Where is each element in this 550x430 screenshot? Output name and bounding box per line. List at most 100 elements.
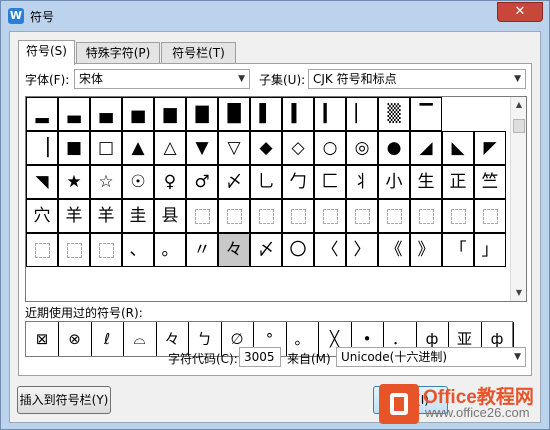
symbol-cell[interactable]: ◇ [282,131,314,165]
scroll-down-icon[interactable]: ▼ [511,285,527,301]
symbol-cell[interactable]: 。 [154,233,186,267]
symbol-cell[interactable]: 《 [378,233,410,267]
symbol-cell[interactable]: █ [218,97,250,131]
symbol-cell[interactable]: ◤ [474,131,506,165]
symbol-cell[interactable]: ▔ [410,97,442,131]
insert-to-bar-button[interactable]: 插入到符号栏(Y) [17,386,111,414]
wps-writer-icon: W [8,8,24,24]
symbol-cell[interactable]: ▆ [154,97,186,131]
symbol-cell[interactable] [282,199,314,233]
symbol-cell[interactable] [186,199,218,233]
symbol-cell[interactable]: 小 [378,165,410,199]
symbol-cell[interactable]: ★ [58,165,90,199]
symbol-cell[interactable]: 匚 [314,165,346,199]
symbol-cell[interactable]: 正 [442,165,474,199]
placeholder-glyph [98,242,114,258]
symbol-cell[interactable] [410,199,442,233]
close-button[interactable]: ✕ [497,2,543,22]
recent-symbol-cell[interactable]: ⊗ [59,322,92,356]
symbol-cell[interactable]: 、 [122,233,154,267]
placeholder-glyph [226,208,242,224]
placeholder-glyph [482,208,498,224]
symbol-cell[interactable]: 》 [410,233,442,267]
symbol-cell[interactable]: ▇ [186,97,218,131]
symbol-cell[interactable] [474,199,506,233]
symbol-cell[interactable]: ▎ [314,97,346,131]
symbol-cell[interactable]: 羊 [58,199,90,233]
symbol-cell[interactable]: ▂ [26,97,58,131]
symbol-cell[interactable]: ▒ [378,97,410,131]
tab-special-chars[interactable]: 特殊字符(P) [76,42,160,64]
symbol-cell[interactable]: ▌ [250,97,282,131]
symbol-cell[interactable]: 圭 [122,199,154,233]
watermark-url: www.office26.com [425,405,530,420]
placeholder-glyph [258,208,274,224]
symbol-cell[interactable]: ▃ [58,97,90,131]
symbol-cell[interactable] [90,233,122,267]
symbol-cell[interactable]: □ [90,131,122,165]
char-code-input[interactable]: 3005 [239,347,281,367]
recent-symbol-cell[interactable]: ℓ [91,322,124,356]
symbol-cell[interactable] [26,233,58,267]
placeholder-glyph [66,242,82,258]
symbol-cell[interactable]: 勹 [282,165,314,199]
symbol-cell[interactable]: ■ [58,131,90,165]
scroll-thumb[interactable] [513,119,525,133]
symbol-cell[interactable] [314,199,346,233]
symbols-panel: 字体(F): 宋体 ▼ 子集(U): CJK 符号和标点 ▼ ▂ ▃ ▄ ▅ ▆ ▇ █ ▌ ▍… [18,63,532,376]
symbol-cell[interactable]: ○ [314,131,346,165]
symbol-cell[interactable]: ▼ [186,131,218,165]
symbol-cell[interactable]: 穴 [26,199,58,233]
recent-symbol-cell[interactable]: ⊠ [26,322,59,356]
tab-symbols[interactable]: 符号(S) [18,40,75,65]
symbol-cell[interactable]: 「 [442,233,474,267]
font-select[interactable]: 宋体 ▼ [74,69,250,89]
symbol-cell[interactable]: 生 [410,165,442,199]
symbol-grid-scrollbar[interactable]: ▲ ▼ [510,97,526,301]
symbol-cell[interactable] [442,199,474,233]
symbol-cell[interactable]: ☉ [122,165,154,199]
symbol-cell[interactable]: 〃 [186,233,218,267]
symbol-cell[interactable]: 〆 [218,165,250,199]
symbol-cell[interactable]: ▲ [122,131,154,165]
symbol-cell[interactable]: 〇 [282,233,314,267]
symbol-cell[interactable]: ◎ [346,131,378,165]
symbol-cell[interactable]: ◢ [410,131,442,165]
symbol-cell[interactable]: △ [154,131,186,165]
from-value: Unicode(十六进制) [341,350,448,364]
symbol-cell[interactable] [378,199,410,233]
recent-symbol-cell[interactable]: ⌓ [124,322,157,356]
symbol-cell[interactable] [58,233,90,267]
symbol-cell[interactable]: ● [378,131,410,165]
symbol-cell[interactable]: ▕ [26,131,58,165]
from-select[interactable]: Unicode(十六进制) ▼ [336,347,526,367]
symbol-cell[interactable]: ▽ [218,131,250,165]
recent-label: 近期使用过的符号(R): [25,306,143,320]
symbol-cell[interactable] [250,199,282,233]
symbol-cell[interactable]: ▄ [90,97,122,131]
symbol-cell[interactable]: ☆ [90,165,122,199]
symbol-cell[interactable]: ▍ [282,97,314,131]
subset-select[interactable]: CJK 符号和标点 ▼ [308,69,526,89]
symbol-cell[interactable]: 竺 [474,165,506,199]
symbol-cell[interactable]: ♂ [186,165,218,199]
symbol-cell[interactable]: 々 [218,233,250,267]
symbol-cell[interactable]: ♀ [154,165,186,199]
symbol-cell[interactable]: 乚 [250,165,282,199]
symbol-cell[interactable]: 县 [154,199,186,233]
symbol-cell[interactable]: ◣ [442,131,474,165]
symbol-cell[interactable]: 〉 [346,233,378,267]
tab-symbol-bar[interactable]: 符号栏(T) [161,42,236,64]
symbol-cell[interactable]: 〆 [250,233,282,267]
symbol-cell[interactable] [218,199,250,233]
symbol-cell[interactable] [346,199,378,233]
symbol-cell[interactable]: ▅ [122,97,154,131]
symbol-cell[interactable]: 羊 [90,199,122,233]
symbol-cell[interactable]: 丬 [346,165,378,199]
symbol-cell[interactable]: 〈 [314,233,346,267]
symbol-cell[interactable]: ◆ [250,131,282,165]
symbol-cell[interactable]: ◥ [26,165,58,199]
symbol-cell[interactable]: 」 [474,233,506,267]
scroll-up-icon[interactable]: ▲ [511,97,527,113]
symbol-cell[interactable]: ▏ [346,97,378,131]
